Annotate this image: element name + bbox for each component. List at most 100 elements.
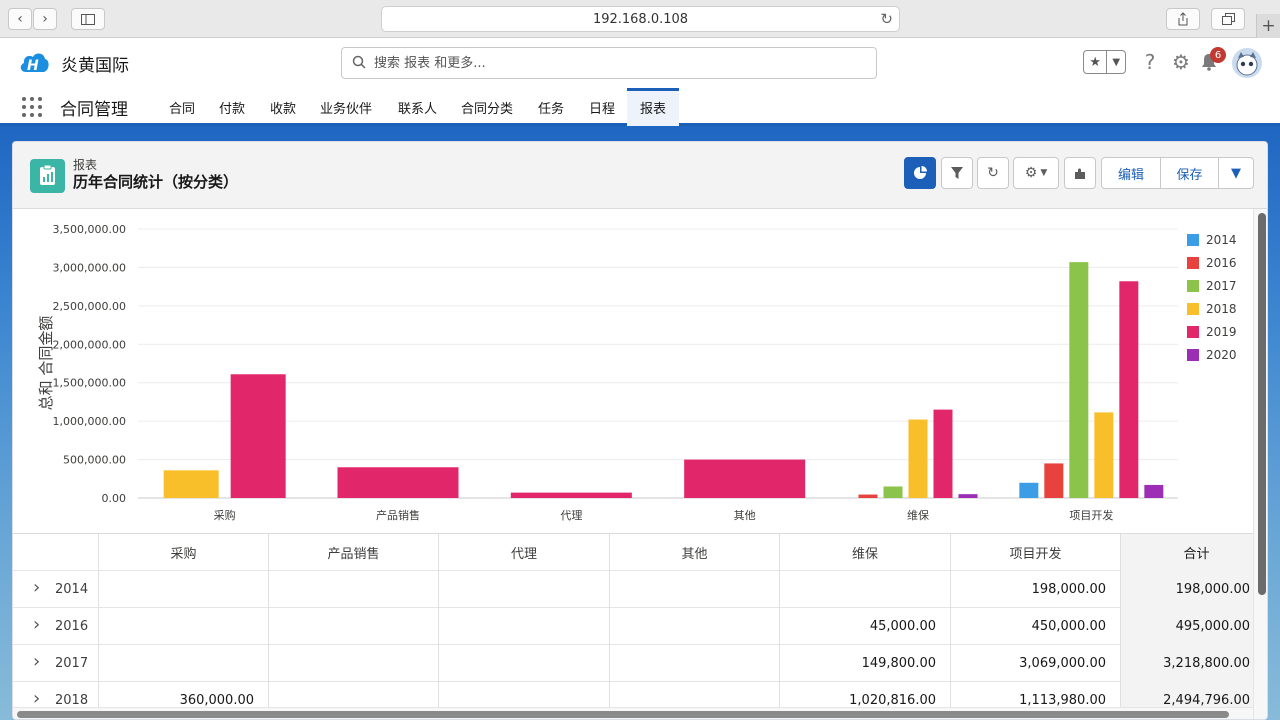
table-header[interactable]: 代理 bbox=[439, 534, 610, 571]
bar-2019 bbox=[337, 467, 459, 498]
nav-item-contracts[interactable]: 合同 bbox=[160, 88, 204, 126]
reload-icon[interactable]: ↻ bbox=[880, 10, 893, 28]
forward-button[interactable]: › bbox=[33, 8, 57, 30]
vertical-scrollbar[interactable] bbox=[1253, 209, 1267, 719]
app-nav: 合同管理 合同 付款 收款 业务伙伴 联系人 合同分类 任务 日程 报表 bbox=[0, 88, 1280, 126]
search-input[interactable] bbox=[374, 48, 864, 78]
table-cell bbox=[269, 571, 439, 608]
table-row[interactable]: › 2016 45,000.00 450,000.00 495,000.00 bbox=[13, 608, 1253, 645]
chevron-right-icon[interactable]: › bbox=[33, 614, 40, 635]
chevron-right-icon[interactable]: › bbox=[33, 688, 40, 707]
chevron-down-icon: ▼ bbox=[1040, 168, 1048, 178]
table-cell: 149,800.00 bbox=[780, 645, 951, 682]
y-tick-label: 2,500,000.00 bbox=[53, 300, 126, 313]
row-year-cell[interactable]: › 2017 bbox=[13, 645, 99, 682]
table-row[interactable]: › 2017 149,800.00 3,069,000.00 3,218,800.00 bbox=[13, 645, 1253, 682]
bar-2018 bbox=[908, 419, 928, 498]
nav-item-reports[interactable]: 报表 bbox=[627, 88, 679, 126]
global-search[interactable] bbox=[341, 47, 877, 79]
y-tick-label: 0.00 bbox=[102, 492, 127, 505]
x-category-label: 采购 bbox=[214, 508, 236, 522]
star-icon[interactable]: ★ bbox=[1084, 51, 1108, 73]
page-title: 历年合同统计（按分类） bbox=[73, 173, 239, 191]
edit-save-group: 编辑 保存 ▼ bbox=[1101, 157, 1254, 189]
table-header-row: 采购 产品销售 代理 其他 维保 项目开发 合计 bbox=[13, 534, 1253, 571]
more-actions-button[interactable]: ▼ bbox=[1219, 158, 1253, 188]
share-icon bbox=[1178, 12, 1188, 26]
tabs-button[interactable] bbox=[1211, 8, 1245, 30]
legend-swatch bbox=[1187, 303, 1199, 315]
back-button[interactable]: ‹ bbox=[8, 8, 32, 30]
share-button[interactable] bbox=[1166, 8, 1200, 30]
chart-toggle-button[interactable] bbox=[904, 157, 936, 189]
legend-label: 2017 bbox=[1206, 279, 1237, 293]
table-header[interactable]: 项目开发 bbox=[951, 534, 1121, 571]
row-year-cell[interactable]: › 2018 bbox=[13, 682, 99, 707]
avatar[interactable] bbox=[1232, 48, 1262, 78]
table-header[interactable]: 维保 bbox=[780, 534, 951, 571]
chevron-right-icon[interactable]: › bbox=[33, 577, 40, 598]
bar-2017 bbox=[1069, 262, 1089, 498]
chevron-down-icon[interactable]: ▼ bbox=[1107, 51, 1125, 73]
chevron-down-icon: ▼ bbox=[1231, 165, 1241, 181]
table-header-total[interactable]: 合计 bbox=[1121, 534, 1253, 571]
table-cell: 360,000.00 bbox=[99, 682, 269, 707]
table-cell bbox=[439, 645, 610, 682]
chevron-right-icon[interactable]: › bbox=[33, 651, 40, 672]
nav-item-partners[interactable]: 业务伙伴 bbox=[311, 88, 381, 126]
row-year-label: 2016 bbox=[55, 619, 89, 634]
y-tick-label: 500,000.00 bbox=[63, 454, 126, 467]
table-cell bbox=[269, 608, 439, 645]
edit-button[interactable]: 编辑 bbox=[1102, 158, 1161, 188]
favorites-button[interactable]: ★ ▼ bbox=[1083, 50, 1126, 74]
row-year-cell[interactable]: › 2016 bbox=[13, 608, 99, 645]
y-axis-label: 总和 合同金额 bbox=[37, 316, 55, 411]
bar-chart: 0.00 500,000.00 1,000,000.00 1,500,000.00 2,… bbox=[37, 223, 1237, 522]
browser-toolbar: ‹ › 192.168.0.108 ↻ + bbox=[0, 0, 1280, 38]
horizontal-scrollbar[interactable] bbox=[13, 707, 1253, 719]
sidebar-toggle-button[interactable] bbox=[71, 8, 105, 30]
nav-item-receipts[interactable]: 收款 bbox=[261, 88, 305, 126]
bar-2019 bbox=[230, 374, 286, 498]
gear-icon[interactable]: ⚙ bbox=[1169, 50, 1193, 74]
table-cell-total: 2,494,796.00 bbox=[1121, 682, 1253, 707]
report-card: 报表 历年合同统计（按分类） ↻ ⚙ ▼ 编辑 保存 ▼ 0.00 500,000.… bbox=[12, 141, 1268, 720]
refresh-icon: ↻ bbox=[987, 165, 999, 181]
table-row[interactable]: › 2014 198,000.00 198,000.00 bbox=[13, 571, 1253, 608]
nav-item-calendar[interactable]: 日程 bbox=[580, 88, 624, 126]
legend-swatch bbox=[1187, 280, 1199, 292]
table-cell bbox=[610, 608, 780, 645]
nav-item-contacts[interactable]: 联系人 bbox=[389, 88, 446, 126]
vertical-scroll-thumb[interactable] bbox=[1258, 213, 1266, 595]
address-bar[interactable]: 192.168.0.108 ↻ bbox=[381, 6, 900, 32]
table-cell bbox=[99, 645, 269, 682]
help-icon[interactable]: ? bbox=[1138, 50, 1162, 74]
nav-item-tasks[interactable]: 任务 bbox=[529, 88, 573, 126]
chevron-right-icon: › bbox=[42, 11, 48, 27]
bar-2017 bbox=[883, 486, 903, 498]
table-header[interactable]: 其他 bbox=[610, 534, 780, 571]
app-launcher-icon[interactable] bbox=[22, 97, 42, 117]
bar-2019 bbox=[933, 409, 953, 498]
table-row[interactable]: › 2018 360,000.00 1,020,816.00 1,113,980.00 2… bbox=[13, 682, 1253, 707]
legend-swatch bbox=[1187, 326, 1199, 338]
horizontal-scroll-thumb[interactable] bbox=[17, 711, 1229, 718]
row-year-cell[interactable]: › 2014 bbox=[13, 571, 99, 608]
share-report-button[interactable] bbox=[1064, 157, 1096, 189]
bar-2020 bbox=[1144, 484, 1164, 498]
legend-label: 2016 bbox=[1206, 256, 1237, 270]
tabs-icon bbox=[1221, 13, 1235, 25]
y-tick-label: 3,500,000.00 bbox=[53, 223, 126, 236]
nav-item-contract-categories[interactable]: 合同分类 bbox=[452, 88, 522, 126]
save-button[interactable]: 保存 bbox=[1161, 158, 1219, 188]
search-icon bbox=[352, 55, 366, 69]
company-logo: H bbox=[20, 53, 49, 74]
new-tab-button[interactable]: + bbox=[1256, 14, 1280, 38]
nav-item-payments[interactable]: 付款 bbox=[210, 88, 254, 126]
table-cell bbox=[780, 571, 951, 608]
table-header[interactable]: 产品销售 bbox=[269, 534, 439, 571]
table-header[interactable]: 采购 bbox=[99, 534, 269, 571]
filter-button[interactable] bbox=[941, 157, 973, 189]
settings-menu-button[interactable]: ⚙ ▼ bbox=[1013, 157, 1059, 189]
refresh-button[interactable]: ↻ bbox=[977, 157, 1009, 189]
